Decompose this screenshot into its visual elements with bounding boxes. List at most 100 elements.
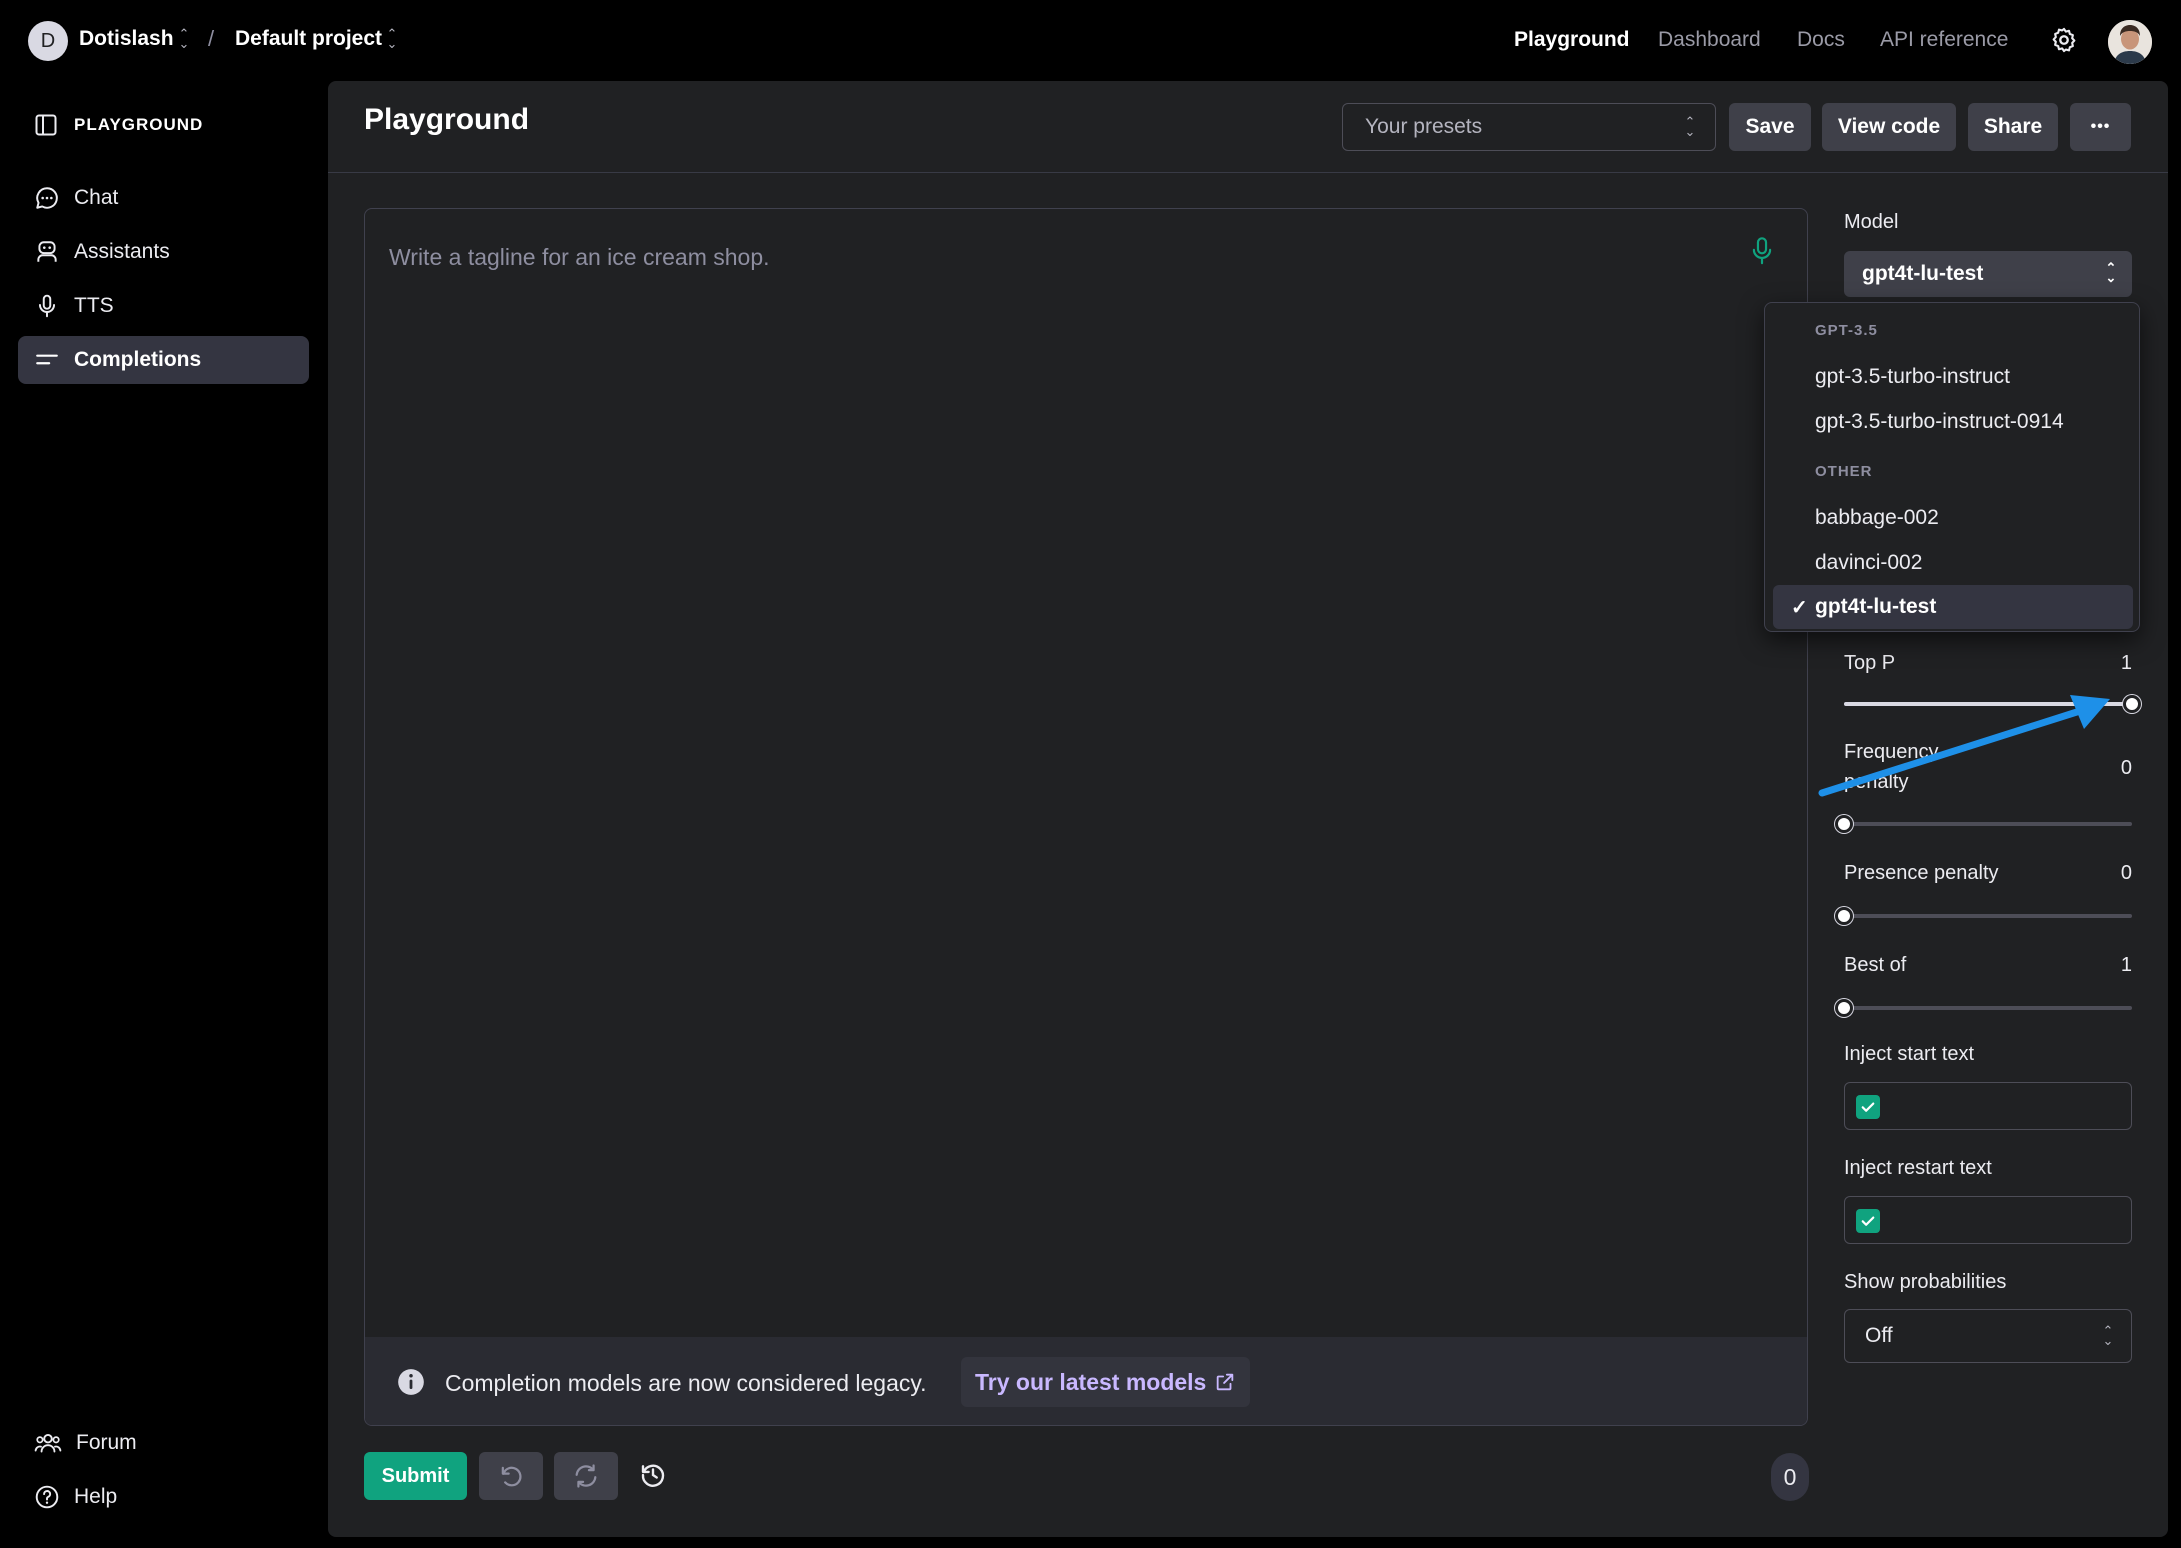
inject-restart-field[interactable]	[1844, 1196, 2132, 1244]
legacy-notice: Completion models are now considered leg…	[365, 1337, 1807, 1425]
refresh-icon	[575, 1464, 597, 1488]
nav-docs[interactable]: Docs	[1797, 28, 1845, 52]
dropdown-option[interactable]: gpt-3.5-turbo-instruct	[1815, 365, 2010, 389]
best-of-label: Best of	[1844, 954, 1907, 976]
inject-start-checkbox[interactable]	[1856, 1095, 1880, 1119]
sidebar-item-label: Assistants	[74, 240, 170, 263]
sidebar-item-forum[interactable]: Forum	[18, 1419, 309, 1467]
latest-link-label: Try our latest models	[975, 1368, 1207, 1395]
dropdown-option-label: gpt4t-lu-test	[1815, 595, 1937, 618]
sidebar-item-help[interactable]: Help	[18, 1473, 309, 1521]
people-icon	[34, 1433, 62, 1453]
dropdown-option[interactable]: davinci-002	[1815, 551, 1922, 575]
external-link-icon	[1217, 1373, 1234, 1391]
model-select[interactable]: gpt4t-lu-test ⌃ ⌄	[1844, 251, 2132, 297]
undo-icon	[501, 1466, 522, 1487]
annotation-arrow	[1818, 695, 2110, 797]
legacy-notice-text: Completion models are now considered leg…	[445, 1370, 927, 1396]
sidebar-item-label: Chat	[74, 186, 119, 209]
inject-restart-label: Inject restart text	[1844, 1157, 1992, 1179]
prompt-textarea[interactable]	[389, 237, 1689, 277]
page-title: Playground	[364, 103, 530, 136]
submit-button[interactable]: Submit	[364, 1452, 467, 1500]
inject-start-field[interactable]	[1844, 1082, 2132, 1130]
sidebar: PLAYGROUND Chat Assistants TTS Completio…	[0, 80, 326, 1548]
sidebar-item-tts[interactable]: TTS	[18, 282, 309, 330]
try-latest-models-link[interactable]: Try our latest models	[961, 1357, 1251, 1407]
undo-button[interactable]	[479, 1452, 543, 1500]
top-p-value[interactable]: 1	[2092, 652, 2132, 675]
more-options-button[interactable]: •••	[2070, 103, 2131, 151]
sidebar-toggle[interactable]: PLAYGROUND	[34, 113, 203, 137]
sidebar-item-label: Completions	[74, 348, 202, 371]
dropdown-option[interactable]: gpt-3.5-turbo-instruct-0914	[1815, 410, 2064, 434]
top-p-label: Top P	[1844, 652, 1896, 674]
microphone-icon	[38, 294, 56, 318]
info-icon	[398, 1369, 424, 1395]
chevron-up-down-icon[interactable]: ⌃ ⌄	[385, 27, 399, 51]
top-bar: D Dotislash ⌃ ⌄ / Default project ⌃ ⌄ Play…	[0, 0, 2181, 80]
prompt-editor: Completion models are now considered leg…	[364, 208, 1808, 1426]
sidebar-panel-icon	[35, 114, 57, 136]
model-dropdown: GPT-3.5 gpt-3.5-turbo-instruct gpt-3.5-t…	[1764, 302, 2140, 632]
presets-select[interactable]: Your presets ⌃ ⌄	[1342, 103, 1716, 151]
org-name[interactable]: Dotislash	[79, 27, 174, 51]
check-icon	[1861, 1216, 1875, 1226]
view-code-button[interactable]: View code	[1822, 103, 1956, 151]
robot-icon	[37, 241, 57, 262]
sidebar-item-completions[interactable]: Completions	[18, 336, 309, 384]
presets-placeholder: Your presets	[1365, 115, 1483, 138]
inject-restart-checkbox[interactable]	[1856, 1209, 1880, 1233]
microphone-icon[interactable]	[1748, 236, 1776, 266]
chat-bubble-icon	[36, 187, 58, 209]
dropdown-group-other: OTHER	[1815, 463, 1873, 480]
sidebar-item-label: Help	[74, 1485, 118, 1508]
show-probabilities-label: Show probabilities	[1844, 1271, 2007, 1293]
nav-api-reference[interactable]: API reference	[1880, 28, 2008, 52]
frequency-penalty-slider[interactable]	[1835, 815, 2132, 833]
model-label: Model	[1844, 211, 1899, 233]
model-select-value: gpt4t-lu-test	[1862, 262, 1984, 285]
project-name[interactable]: Default project	[235, 27, 382, 51]
lines-icon	[36, 354, 58, 365]
presence-penalty-value[interactable]: 0	[2092, 862, 2132, 885]
history-icon[interactable]	[638, 1460, 668, 1490]
main-header: Playground Your presets ⌃ ⌄ Save View cod…	[328, 81, 2168, 173]
best-of-value[interactable]: 1	[2092, 954, 2132, 977]
dropdown-option[interactable]: babbage-002	[1815, 506, 1939, 530]
sidebar-heading: PLAYGROUND	[74, 115, 204, 134]
chevron-up-down-icon: ⌃ ⌄	[2105, 260, 2117, 285]
share-button[interactable]: Share	[1968, 103, 2058, 151]
show-probabilities-value: Off	[1865, 1324, 1893, 1347]
gear-icon[interactable]	[2050, 26, 2078, 54]
org-avatar[interactable]: D	[28, 21, 68, 61]
presence-penalty-slider[interactable]	[1835, 907, 2132, 925]
slider-thumb[interactable]	[1835, 999, 1853, 1017]
help-circle-icon	[35, 1485, 59, 1509]
user-avatar[interactable]	[2108, 20, 2152, 64]
token-count: 0	[1771, 1453, 1809, 1501]
nav-dashboard[interactable]: Dashboard	[1658, 28, 1761, 52]
slider-thumb[interactable]	[1835, 815, 1853, 833]
sidebar-item-label: TTS	[74, 294, 114, 317]
checkmark-icon: ✓	[1791, 597, 1808, 619]
save-button[interactable]: Save	[1729, 103, 1811, 151]
chevron-up-down-icon[interactable]: ⌃ ⌄	[177, 27, 191, 51]
check-icon	[1861, 1102, 1875, 1112]
best-of-slider[interactable]	[1835, 999, 2132, 1017]
sidebar-item-label: Forum	[76, 1431, 137, 1454]
main-panel: Playground Your presets ⌃ ⌄ Save View cod…	[328, 81, 2168, 1537]
show-probabilities-select[interactable]: Off ⌃ ⌄	[1844, 1309, 2132, 1363]
dropdown-option-selected[interactable]: ✓ gpt4t-lu-test	[1773, 585, 2133, 629]
presence-penalty-label: Presence penalty	[1844, 862, 1999, 884]
slider-thumb[interactable]	[2123, 695, 2141, 713]
regenerate-button[interactable]	[554, 1452, 618, 1500]
sidebar-item-chat[interactable]: Chat	[18, 174, 309, 222]
slider-thumb[interactable]	[1835, 907, 1853, 925]
chevron-up-down-icon: ⌃ ⌄	[1684, 114, 1696, 139]
sidebar-item-assistants[interactable]: Assistants	[18, 228, 309, 276]
nav-playground[interactable]: Playground	[1514, 28, 1630, 52]
chevron-up-down-icon: ⌃ ⌄	[2102, 1323, 2114, 1348]
dropdown-group-gpt35: GPT-3.5	[1815, 322, 1878, 339]
breadcrumb-separator: /	[208, 26, 215, 51]
